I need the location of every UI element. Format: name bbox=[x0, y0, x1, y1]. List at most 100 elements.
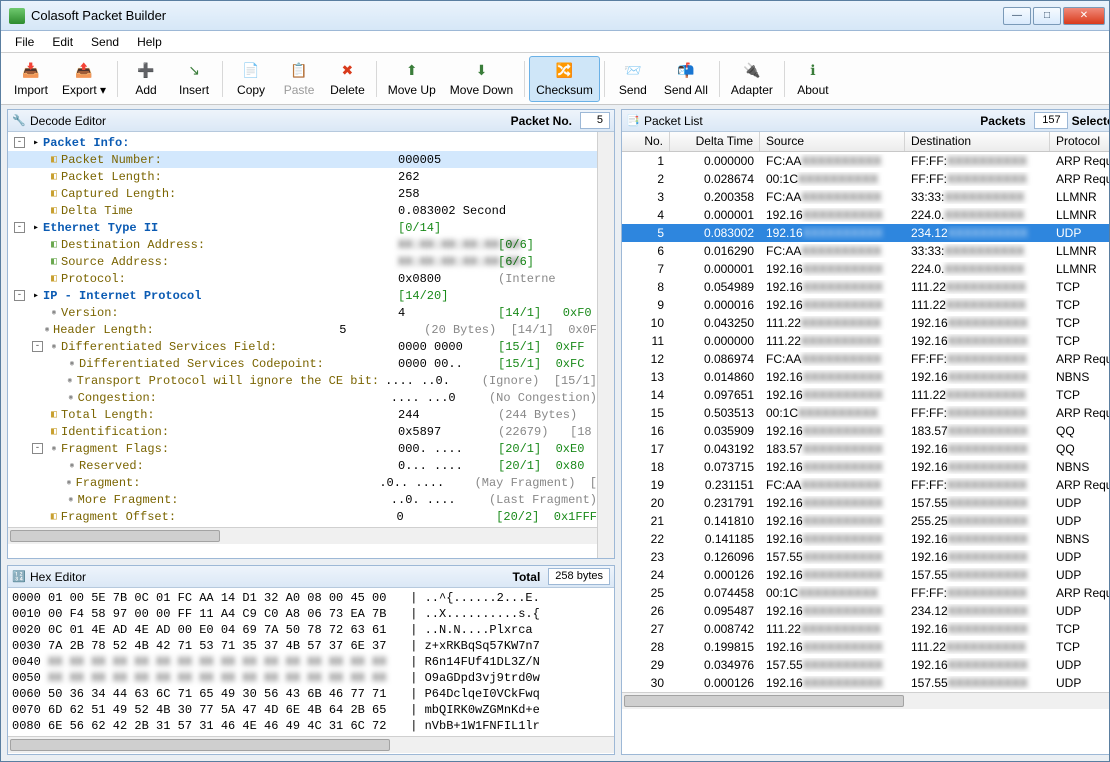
menu-file[interactable]: File bbox=[7, 33, 42, 51]
packet-row[interactable]: 250.07445800:1CXXXXXXXXXXFF:FF:XXXXXXXXX… bbox=[622, 584, 1109, 602]
column-header-no-[interactable]: No. bbox=[622, 132, 670, 151]
decode-row[interactable]: ◧Captured Length:258 bbox=[8, 185, 597, 202]
packet-row[interactable]: 50.083002192.16XXXXXXXXXX234.12XXXXXXXXX… bbox=[622, 224, 1109, 242]
adapter-button[interactable]: 🔌Adapter bbox=[724, 56, 780, 102]
maximize-button[interactable]: □ bbox=[1033, 7, 1061, 25]
packet-row[interactable]: 110.000000111.22XXXXXXXXXX192.16XXXXXXXX… bbox=[622, 332, 1109, 350]
packet-row[interactable]: 160.035909192.16XXXXXXXXXX183.57XXXXXXXX… bbox=[622, 422, 1109, 440]
decode-tree[interactable]: -▸Packet Info:◧Packet Number:000005◧Pack… bbox=[8, 132, 597, 527]
minimize-button[interactable]: — bbox=[1003, 7, 1031, 25]
decode-row[interactable]: ◉Congestion:.... ...0(No Congestion) bbox=[8, 389, 597, 406]
import-button[interactable]: 📥Import bbox=[7, 56, 55, 102]
decode-row[interactable]: ◉Differentiated Services Codepoint:0000 … bbox=[8, 355, 597, 372]
movedown-button[interactable]: ⬇Move Down bbox=[443, 56, 520, 102]
sendall-button[interactable]: 📬Send All bbox=[657, 56, 715, 102]
decode-row[interactable]: ◉Header Length:5(20 Bytes) [14/1] 0x0F bbox=[8, 321, 597, 338]
menu-edit[interactable]: Edit bbox=[44, 33, 81, 51]
packet-row[interactable]: 130.014860192.16XXXXXXXXXX192.16XXXXXXXX… bbox=[622, 368, 1109, 386]
packet-row[interactable]: 10.000000FC:AAXXXXXXXXXXFF:FF:XXXXXXXXXX… bbox=[622, 152, 1109, 170]
close-button[interactable]: ✕ bbox=[1063, 7, 1105, 25]
decode-row[interactable]: ◧Fragment Offset:0[20/2] 0x1FFF bbox=[8, 508, 597, 525]
tree-toggle[interactable]: - bbox=[32, 443, 43, 454]
decode-row[interactable]: ◧Identification:0x5897(22679) [18 bbox=[8, 423, 597, 440]
decode-row[interactable]: -▸IP - Internet Protocol[14/20] bbox=[8, 287, 597, 304]
hex-hscroll[interactable] bbox=[8, 736, 614, 753]
send-button[interactable]: 📨Send bbox=[609, 56, 657, 102]
packet-row[interactable]: 170.043192183.57XXXXXXXXXX192.16XXXXXXXX… bbox=[622, 440, 1109, 458]
packet-row[interactable]: 100.043250111.22XXXXXXXXXX192.16XXXXXXXX… bbox=[622, 314, 1109, 332]
hex-row[interactable]: 001000 F4 58 97 00 00 FF 11 A4 C9 C0 A8 … bbox=[12, 606, 610, 622]
decode-row[interactable]: ◧Delta Time0.083002 Second bbox=[8, 202, 597, 219]
column-header-delta-time[interactable]: Delta Time bbox=[670, 132, 760, 151]
decode-row[interactable]: ◧Protocol:0x0800(Interne bbox=[8, 270, 597, 287]
packet-row[interactable]: 270.008742111.22XXXXXXXXXX192.16XXXXXXXX… bbox=[622, 620, 1109, 638]
tree-toggle[interactable]: - bbox=[32, 341, 43, 352]
decode-row[interactable]: -▸Packet Info: bbox=[8, 134, 597, 151]
hex-row[interactable]: 00706D 62 51 49 52 4B 30 77 5A 47 4D 6E … bbox=[12, 702, 610, 718]
hex-row[interactable]: 0040XX XX XX XX XX XX XX XX XX XX XX XX … bbox=[12, 654, 610, 670]
hex-row[interactable]: 00806E 56 62 42 2B 31 57 31 46 4E 46 49 … bbox=[12, 718, 610, 734]
tree-toggle[interactable]: - bbox=[14, 137, 25, 148]
checksum-button[interactable]: 🔀Checksum bbox=[529, 56, 600, 102]
moveup-button[interactable]: ⬆Move Up bbox=[381, 56, 443, 102]
packet-row[interactable]: 280.199815192.16XXXXXXXXXX111.22XXXXXXXX… bbox=[622, 638, 1109, 656]
packet-row[interactable]: 150.50351300:1CXXXXXXXXXXFF:FF:XXXXXXXXX… bbox=[622, 404, 1109, 422]
decode-row[interactable]: ◉More Fragment:..0. ....(Last Fragment) bbox=[8, 491, 597, 508]
decode-row[interactable]: ◉Transport Protocol will ignore the CE b… bbox=[8, 372, 597, 389]
packet-no-value[interactable]: 5 bbox=[580, 112, 610, 129]
hex-row[interactable]: 00200C 01 4E AD 4E AD 00 E0 04 69 7A 50 … bbox=[12, 622, 610, 638]
packet-row[interactable]: 240.000126192.16XXXXXXXXXX157.55XXXXXXXX… bbox=[622, 566, 1109, 584]
packet-row[interactable]: 230.126096157.55XXXXXXXXXX192.16XXXXXXXX… bbox=[622, 548, 1109, 566]
decode-row[interactable]: ◧Source Address:XX:XX:XX:XX:XX:XX[6/6] bbox=[8, 253, 597, 270]
menu-help[interactable]: Help bbox=[129, 33, 170, 51]
decode-row[interactable]: ◉Reserved:0... ....[20/1] 0x80 bbox=[8, 457, 597, 474]
packet-row[interactable]: 30.200358FC:AAXXXXXXXXXX33:33:XXXXXXXXXX… bbox=[622, 188, 1109, 206]
hex-row[interactable]: 000001 00 5E 7B 0C 01 FC AA 14 D1 32 A0 … bbox=[12, 590, 610, 606]
packet-row[interactable]: 80.054989192.16XXXXXXXXXX111.22XXXXXXXXX… bbox=[622, 278, 1109, 296]
decode-row[interactable]: ◉Version:4[14/1] 0xF0 bbox=[8, 304, 597, 321]
packet-row[interactable]: 20.02867400:1CXXXXXXXXXXFF:FF:XXXXXXXXXX… bbox=[622, 170, 1109, 188]
add-button[interactable]: ➕Add bbox=[122, 56, 170, 102]
packet-row[interactable]: 40.000001192.16XXXXXXXXXX224.0.XXXXXXXXX… bbox=[622, 206, 1109, 224]
packet-row[interactable]: 140.097651192.16XXXXXXXXXX111.22XXXXXXXX… bbox=[622, 386, 1109, 404]
column-header-source[interactable]: Source bbox=[760, 132, 905, 151]
packet-row[interactable]: 70.000001192.16XXXXXXXXXX224.0.XXXXXXXXX… bbox=[622, 260, 1109, 278]
packet-row[interactable]: 290.034976157.55XXXXXXXXXX192.16XXXXXXXX… bbox=[622, 656, 1109, 674]
decode-row[interactable]: -◉Differentiated Services Field:0000 000… bbox=[8, 338, 597, 355]
hex-row[interactable]: 00307A 2B 78 52 4B 42 71 53 71 35 37 4B … bbox=[12, 638, 610, 654]
plist-hscroll[interactable] bbox=[622, 692, 1109, 709]
packet-row[interactable]: 260.095487192.16XXXXXXXXXX234.12XXXXXXXX… bbox=[622, 602, 1109, 620]
packet-row[interactable]: 90.000016192.16XXXXXXXXXX111.22XXXXXXXXX… bbox=[622, 296, 1109, 314]
delete-button[interactable]: ✖Delete bbox=[323, 56, 372, 102]
hex-row[interactable]: 0050XX XX XX XX XX XX XX XX XX XX XX XX … bbox=[12, 670, 610, 686]
packet-row[interactable]: 300.000126192.16XXXXXXXXXX157.55XXXXXXXX… bbox=[622, 674, 1109, 692]
decode-vscroll[interactable] bbox=[597, 132, 614, 558]
copy-button[interactable]: 📄Copy bbox=[227, 56, 275, 102]
packet-row[interactable]: 200.231791192.16XXXXXXXXXX157.55XXXXXXXX… bbox=[622, 494, 1109, 512]
decode-row[interactable]: ◉Fragment:.0.. ....(May Fragment) [ bbox=[8, 474, 597, 491]
about-button[interactable]: ℹAbout bbox=[789, 56, 837, 102]
packet-row[interactable]: 220.141185192.16XXXXXXXXXX192.16XXXXXXXX… bbox=[622, 530, 1109, 548]
export-button[interactable]: 📤Export ▾ bbox=[55, 56, 113, 102]
packet-row[interactable]: 180.073715192.16XXXXXXXXXX192.16XXXXXXXX… bbox=[622, 458, 1109, 476]
decode-hscroll[interactable] bbox=[8, 527, 597, 544]
menu-send[interactable]: Send bbox=[83, 33, 127, 51]
decode-row[interactable]: -▸Ethernet Type II[0/14] bbox=[8, 219, 597, 236]
hex-row[interactable]: 006050 36 34 44 63 6C 71 65 49 30 56 43 … bbox=[12, 686, 610, 702]
decode-row[interactable]: ◧Packet Length:262 bbox=[8, 168, 597, 185]
decode-row[interactable]: ◧Total Length:244(244 Bytes) bbox=[8, 406, 597, 423]
tree-toggle[interactable]: - bbox=[14, 222, 25, 233]
packet-row[interactable]: 210.141810192.16XXXXXXXXXX255.25XXXXXXXX… bbox=[622, 512, 1109, 530]
decode-row[interactable]: ◧Destination Address:XX:XX:XX:XX:XX:XX[0… bbox=[8, 236, 597, 253]
packet-row[interactable]: 120.086974FC:AAXXXXXXXXXXFF:FF:XXXXXXXXX… bbox=[622, 350, 1109, 368]
column-header-destination[interactable]: Destination bbox=[905, 132, 1050, 151]
hex-content[interactable]: 000001 00 5E 7B 0C 01 FC AA 14 D1 32 A0 … bbox=[8, 588, 614, 736]
column-header-protocol[interactable]: Protocol bbox=[1050, 132, 1109, 151]
decode-row[interactable]: ◧Packet Number:000005 bbox=[8, 151, 597, 168]
decode-row[interactable]: -◉Fragment Flags:000. ....[20/1] 0xE0 bbox=[8, 440, 597, 457]
tree-toggle[interactable]: - bbox=[14, 290, 25, 301]
packet-row[interactable]: 190.231151FC:AAXXXXXXXXXXFF:FF:XXXXXXXXX… bbox=[622, 476, 1109, 494]
insert-button[interactable]: ↘Insert bbox=[170, 56, 218, 102]
packet-row[interactable]: 60.016290FC:AAXXXXXXXXXX33:33:XXXXXXXXXX… bbox=[622, 242, 1109, 260]
packet-list-rows[interactable]: 10.000000FC:AAXXXXXXXXXXFF:FF:XXXXXXXXXX… bbox=[622, 152, 1109, 692]
